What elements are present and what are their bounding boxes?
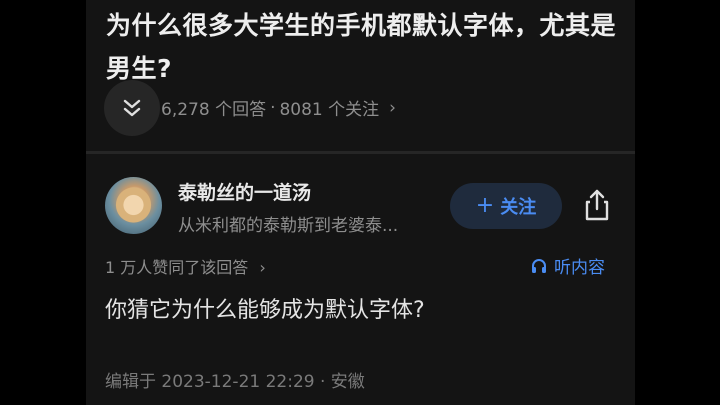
listen-button[interactable]: 听内容: [530, 253, 605, 278]
plus-icon: +: [475, 193, 495, 218]
collapse-button[interactable]: [104, 80, 160, 136]
avatar-portrait: [115, 183, 152, 223]
answer-content: 你猜它为什么能够成为默认字体?: [105, 298, 425, 323]
follow-button[interactable]: + 关注: [450, 183, 562, 229]
likes-text: 1 万人赞同了该回答: [105, 258, 249, 277]
meta-separator: ·: [270, 97, 276, 118]
followers-count: 8081 个关注: [279, 100, 380, 120]
author-description: 从米利都的泰勒斯到老婆泰...: [178, 216, 399, 236]
headphones-icon: [532, 258, 546, 273]
question-meta[interactable]: 6,278 个回答 · 8081 个关注 ›: [161, 95, 396, 121]
follow-label: 关注: [500, 197, 537, 218]
question-title[interactable]: 为什么很多大学生的手机都默认字体，尤其是男生?: [106, 4, 626, 90]
author-name[interactable]: 泰勒丝的一道汤: [178, 178, 311, 205]
chevron-right-icon: ›: [389, 97, 396, 118]
answers-count: 6,278 个回答: [161, 100, 267, 120]
likes-summary[interactable]: 1 万人赞同了该回答 ›: [105, 254, 266, 278]
share-button[interactable]: [580, 186, 614, 224]
share-icon: [585, 189, 609, 221]
listen-label: 听内容: [554, 258, 605, 278]
edit-info: 编辑于 2023-12-21 22:29 · 安徽: [105, 372, 365, 392]
chevron-right-icon: ›: [259, 258, 266, 277]
section-divider: [86, 151, 635, 154]
double-chevron-down-icon: [123, 99, 141, 117]
answer-screen: 为什么很多大学生的手机都默认字体，尤其是男生? 6,278 个回答 · 8081…: [86, 0, 635, 405]
author-avatar[interactable]: [105, 177, 162, 234]
